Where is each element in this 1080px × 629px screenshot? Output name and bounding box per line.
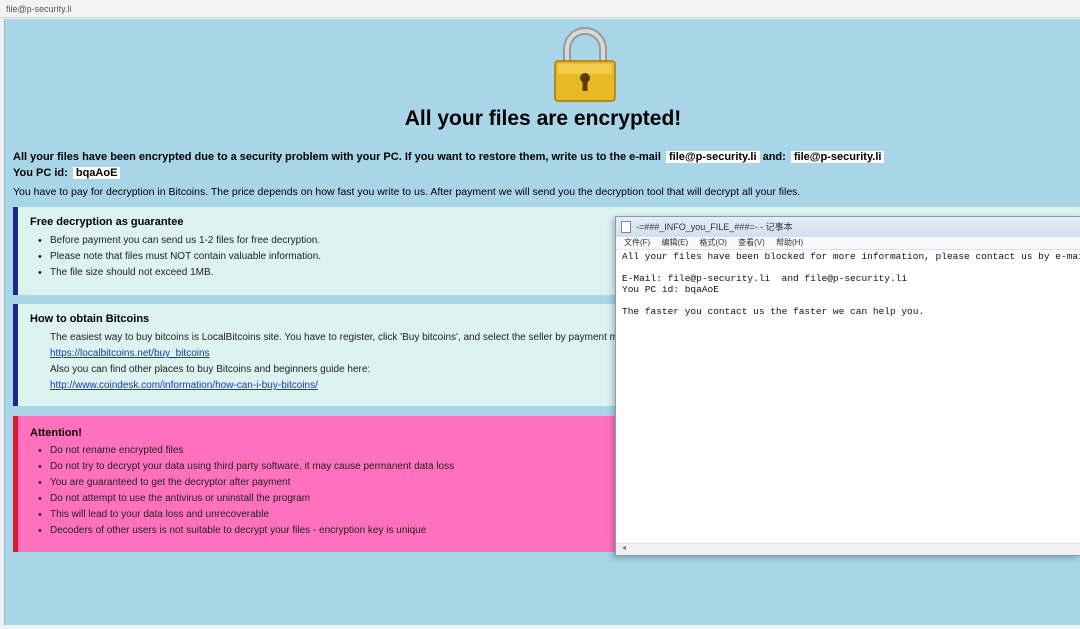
list-item: Do not try to decrypt your data using th… <box>38 459 454 475</box>
headline: All your files are encrypted! <box>404 107 682 130</box>
text-line: E-Mail: file@p-security.li and file@p-se… <box>622 273 908 284</box>
email-primary: file@p-security.li <box>665 151 760 163</box>
guarantee-title: Free decryption as guarantee <box>30 216 184 228</box>
list-item: You are guaranteed to get the decryptor … <box>38 475 454 491</box>
attention-title: Attention! <box>30 427 82 439</box>
notepad-title: -=###_INFO_you_FILE_###=- - 记事本 <box>636 222 793 232</box>
pcid-value: bqaAoE <box>72 167 121 179</box>
notepad-menubar: 文件(F) 编辑(E) 格式(O) 查看(V) 帮助(H) <box>616 237 1080 250</box>
localbitcoins-link[interactable]: https://localbitcoins.net/buy_bitcoins <box>50 348 210 359</box>
list-item: Decoders of other users is not suitable … <box>38 523 454 539</box>
obtain-paragraph-1: The easiest way to buy bitcoins is Local… <box>50 332 652 343</box>
attention-list: Do not rename encrypted files Do not try… <box>38 443 454 539</box>
list-item: Do not attempt to use the antivirus or u… <box>38 491 454 507</box>
and-label: and: <box>762 151 786 163</box>
list-item: Before payment you can send us 1-2 files… <box>38 233 321 249</box>
text-line <box>622 295 1080 306</box>
notepad-titlebar[interactable]: -=###_INFO_you_FILE_###=- - 记事本 <box>616 217 1080 237</box>
bottom-strip <box>0 625 1080 629</box>
notepad-text-area[interactable]: All your files have been blocked for mor… <box>622 251 1080 543</box>
menu-edit[interactable]: 编辑(E) <box>661 238 688 247</box>
pcid-label: You PC id: <box>13 167 68 179</box>
payment-text: You have to pay for decryption in Bitcoi… <box>13 186 801 198</box>
obtain-title: How to obtain Bitcoins <box>30 313 150 325</box>
text-line: All your files have been blocked for mor… <box>622 251 1080 262</box>
window-titlebar: file@p-security.li <box>0 0 1080 18</box>
intro-text: All your files have been encrypted due t… <box>13 151 661 163</box>
list-item: This will lead to your data loss and unr… <box>38 507 454 523</box>
menu-format[interactable]: 格式(O) <box>699 238 727 247</box>
notepad-icon <box>621 221 631 233</box>
intro: All your files have been encrypted due t… <box>13 149 1073 203</box>
menu-help[interactable]: 帮助(H) <box>776 238 803 247</box>
list-item: Do not rename encrypted files <box>38 443 454 459</box>
guarantee-list: Before payment you can send us 1-2 files… <box>38 233 321 281</box>
text-line: The faster you contact us the faster we … <box>622 306 925 317</box>
coindesk-link[interactable]: http://www.coindesk.com/information/how-… <box>50 380 318 391</box>
horizontal-scrollbar[interactable]: ◂ <box>616 543 1080 555</box>
text-line <box>622 262 1080 273</box>
padlock-icon <box>554 27 616 102</box>
menu-view[interactable]: 查看(V) <box>738 238 765 247</box>
scroll-left-icon[interactable]: ◂ <box>622 543 626 552</box>
list-item: The file size should not exceed 1MB. <box>38 265 321 281</box>
menu-file[interactable]: 文件(F) <box>624 238 650 247</box>
list-item: Please note that files must NOT contain … <box>38 249 321 265</box>
email-secondary: file@p-security.li <box>790 151 885 163</box>
text-line: You PC id: bqaAoE <box>622 284 719 295</box>
window-title: file@p-security.li <box>6 4 72 14</box>
obtain-paragraph-2: Also you can find other places to buy Bi… <box>50 364 371 375</box>
notepad-window[interactable]: -=###_INFO_you_FILE_###=- - 记事本 文件(F) 编辑… <box>615 216 1080 556</box>
